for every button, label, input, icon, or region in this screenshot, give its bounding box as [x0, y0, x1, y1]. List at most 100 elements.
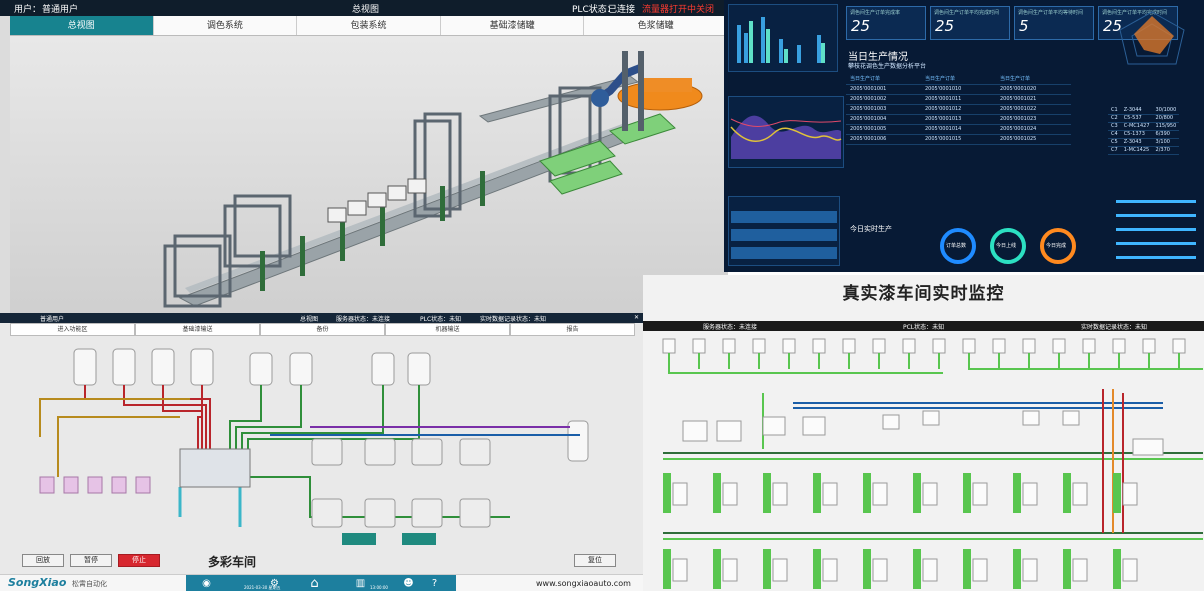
website-link[interactable]: www.songxiaoauto.com	[536, 579, 631, 588]
ring-label: 今日上线	[996, 243, 1017, 249]
table-cell: 2005'0001021	[996, 94, 1071, 105]
table-cell: 2005'0001024	[996, 124, 1071, 135]
staff-icon-grid	[1116, 200, 1196, 259]
table-row: C2 C5-537 20/800	[1108, 114, 1180, 123]
brand-logo: SongXiao	[8, 576, 67, 589]
home-icon[interactable]: ⌂	[308, 577, 321, 590]
tab-colorant-tanks[interactable]: 色浆储罐	[584, 16, 728, 35]
table-cell: 2005'0001012	[921, 104, 996, 115]
bottom-bar: SongXiao 松霄自动化 ◉ ⚙ ⌂ ▥ ☻ ? 2021-03-30 星期…	[0, 574, 645, 591]
table-header: 当日生产订单	[996, 74, 1071, 85]
table-cell: C5-1373	[1120, 130, 1153, 139]
radar-chart	[1119, 11, 1185, 65]
kpi-value: 25	[935, 17, 955, 35]
table-cell: C-MC1427	[1120, 122, 1153, 131]
table-cell: 2005'0001013	[921, 114, 996, 125]
table-cell: C5	[1108, 138, 1121, 147]
kpi-card-1: 调色间生产订单完成率 25	[846, 6, 926, 40]
reset-button[interactable]: 复位	[574, 554, 616, 567]
chart-icon[interactable]: ▥	[354, 577, 367, 590]
plc-status: PLC状态：未知	[420, 316, 462, 323]
multicolor-workshop-panel: 普通用户 总视图 服务器状态：未连接 PLC状态：未知 实时数据记录状态：未知 …	[0, 313, 645, 591]
production-line-3d-view	[10, 36, 728, 318]
user-value: 普通用户	[40, 316, 65, 323]
bar-chart-widget	[728, 4, 838, 72]
real-paint-workshop-panel: 真实漆车间实时监控 服务器状态：未连接 PCL状态：未知 实时数据记录状态：未知	[643, 275, 1204, 591]
server-status: 服务器状态：未连接	[336, 316, 391, 323]
user-value: 普通用户	[42, 5, 79, 15]
shift-summary-widget	[728, 196, 840, 266]
prod-subtitle: 攀枝花调色生产数据分析平台	[848, 63, 927, 70]
mini-bar-chart	[737, 17, 825, 63]
tab-function-area[interactable]: 进入功能区	[10, 323, 135, 336]
close-icon[interactable]: ✕	[634, 314, 639, 321]
pause-button[interactable]: 暂停	[70, 554, 112, 567]
panel-title: 真实漆车间实时监控	[842, 284, 1005, 304]
time-text: 13:00:00	[370, 585, 388, 590]
kpi-value: 25	[851, 17, 871, 35]
screenshot-collage: 用户： 普通用户 总视图 PLC状态： 已连接 流量器打开中关闭 总视图 调色系…	[0, 0, 1204, 591]
top-status-bar: 用户： 普通用户 总视图 PLC状态： 已连接 流量器打开中关闭	[0, 0, 728, 16]
table-cell: 2005'0001020	[996, 84, 1071, 95]
top-status-bar: 普通用户 总视图 服务器状态：未连接 PLC状态：未知 实时数据记录状态：未知 …	[0, 313, 645, 323]
user-label: 用户：	[14, 5, 42, 15]
table-cell: 2005'0001010	[921, 84, 996, 95]
table-cell: 2005'0001006	[846, 134, 921, 145]
table-cell: C3	[1108, 122, 1121, 131]
page-title: 总视图	[352, 5, 380, 15]
plc-status: PCL状态：未知	[903, 324, 945, 331]
tab-overview[interactable]: 总视图	[10, 16, 154, 35]
table-row: C5 Z-3043 3/100	[1108, 138, 1180, 147]
table-cell: 2005'0001004	[846, 114, 921, 125]
help-icon[interactable]: ?	[428, 577, 441, 590]
replay-button[interactable]: 回放	[22, 554, 64, 567]
table-cell: 6/390	[1152, 130, 1180, 139]
kpi-card-2: 调色间生产订单平均完成时间 25	[930, 6, 1010, 40]
production-orders-table: 当日生产订单 当日生产订单 当日生产订单 2005'0001001 2005'00…	[846, 74, 1071, 145]
tab-packaging-system[interactable]: 包装系统	[297, 16, 441, 35]
table-cell: 3/100	[1152, 138, 1180, 147]
table-cell: C1	[1108, 106, 1121, 115]
main-tabs: 总视图 调色系统 包装系统 基础漆储罐 色浆储罐	[10, 16, 728, 36]
user-icon[interactable]: ☻	[402, 577, 415, 590]
tint-tank-table: C1 Z-3044 30/1000 C2 C5-537 20/800 C3 C-MC142…	[1108, 106, 1180, 155]
plc-status-value: 已连接	[608, 5, 636, 15]
table-header: 当日生产订单	[846, 74, 921, 85]
table-row: 2005'0001004 2005'0001013 2005'0001023	[846, 114, 1071, 125]
tab-base-paint-transfer[interactable]: 基础漆输送	[135, 323, 260, 336]
workshop-title: 多彩车间	[208, 555, 257, 569]
table-cell: 2005'0001001	[846, 84, 921, 95]
table-cell: 2005'0001002	[846, 94, 921, 105]
table-cell: 2005'0001025	[996, 134, 1071, 145]
table-header-row: 当日生产订单 当日生产订单 当日生产订单	[846, 74, 1071, 85]
table-cell: 2005'0001011	[921, 94, 996, 105]
production-line-illustration	[163, 51, 703, 308]
tab-tinting-system[interactable]: 调色系统	[153, 16, 298, 35]
table-cell: C5-537	[1120, 114, 1153, 123]
table-cell: 2005'0001015	[921, 134, 996, 145]
piping-diagram	[662, 338, 1203, 589]
table-cell: 2005'0001023	[996, 114, 1071, 125]
date-text: 2021-03-30 星期五	[244, 585, 281, 590]
tab-backup[interactable]: 备份	[260, 323, 385, 336]
alarm-text[interactable]: 流量器打开中关闭	[642, 2, 714, 15]
status-bar: 服务器状态：未连接 PCL状态：未知 实时数据记录状态：未知	[643, 321, 1204, 331]
kpi-value: 5	[1019, 17, 1029, 35]
brand-name: 松霄自动化	[72, 580, 107, 588]
tab-report[interactable]: 报告	[510, 323, 635, 336]
table-row: C7 1-MC1425 2/370	[1108, 146, 1180, 155]
bottom-nav: ◉ ⚙ ⌂ ▥ ☻ ? 2021-03-30 星期五 13:00:00	[186, 575, 456, 591]
stop-button[interactable]: 停止	[118, 554, 160, 567]
table-cell: 20/800	[1152, 114, 1180, 123]
table-cell: Z-3044	[1120, 106, 1153, 115]
table-cell: 2005'0001022	[996, 104, 1071, 115]
table-cell: 2005'0001005	[846, 124, 921, 135]
table-row: 2005'0001006 2005'0001015 2005'0001025	[846, 134, 1071, 145]
table-cell: C4	[1108, 130, 1121, 139]
table-cell: 115/950	[1152, 122, 1180, 131]
tab-machine-transfer[interactable]: 机器输送	[385, 323, 510, 336]
tab-base-paint-tanks[interactable]: 基础漆储罐	[440, 16, 585, 35]
broadcast-icon[interactable]: ◉	[200, 577, 213, 590]
table-row: 2005'0001001 2005'0001010 2005'0001020	[846, 84, 1071, 95]
page-title: 总视图	[300, 316, 319, 323]
